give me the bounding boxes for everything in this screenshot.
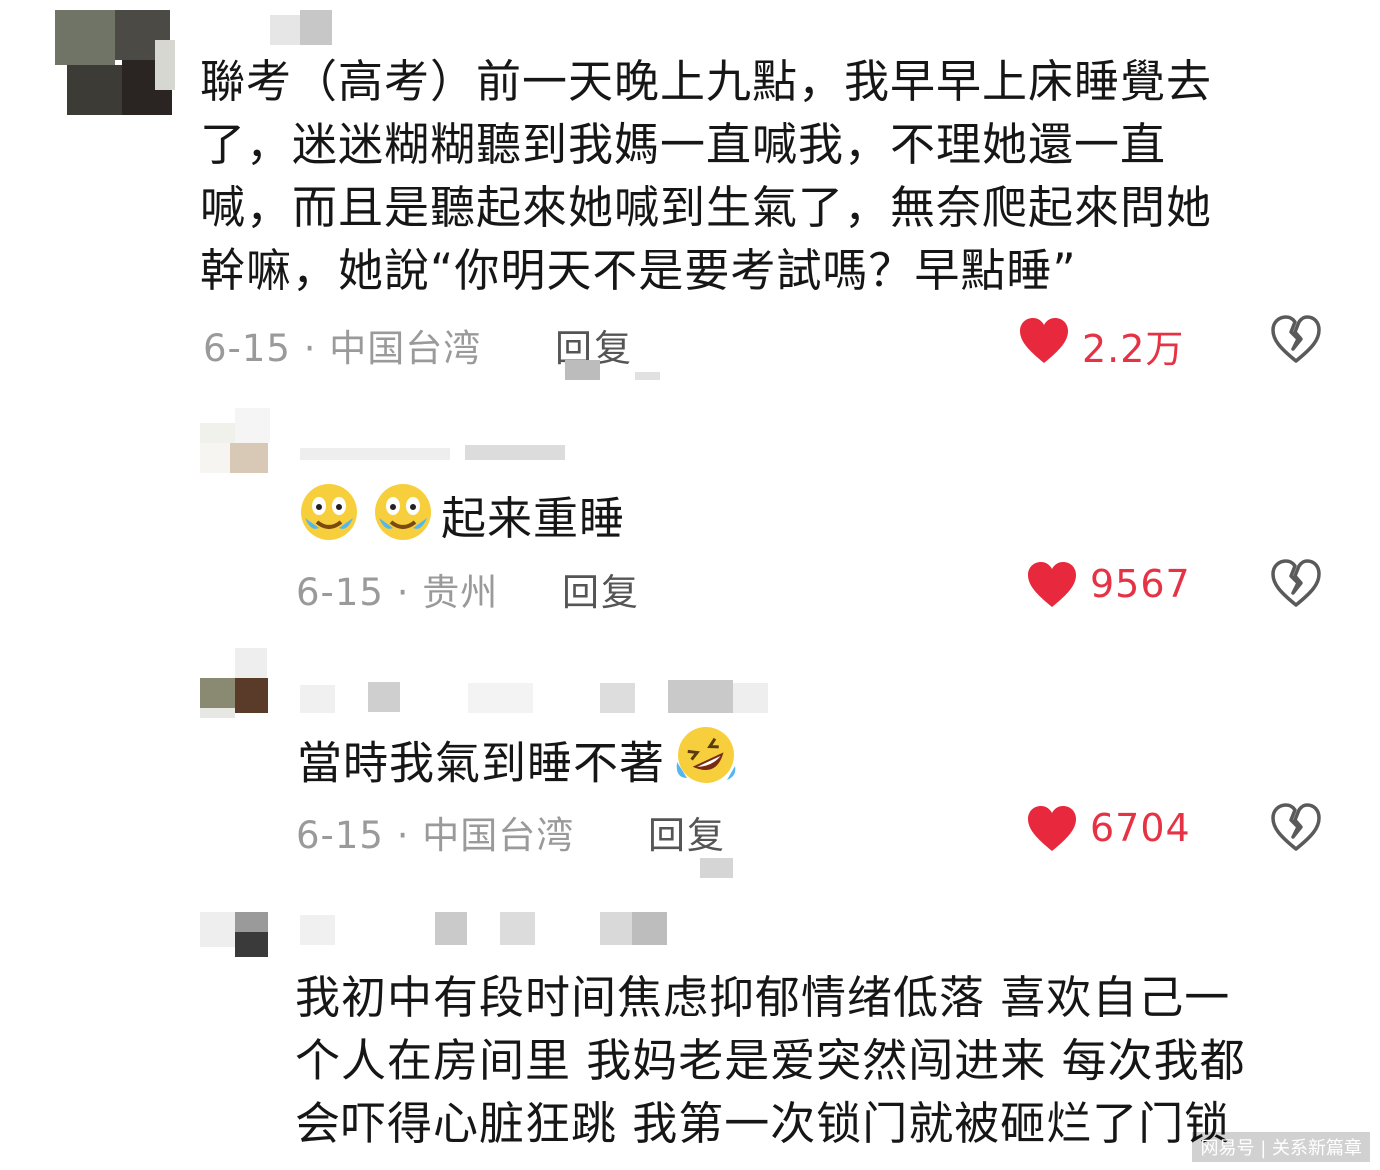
pixel-artifact xyxy=(565,360,665,382)
crying-laugh-emoji xyxy=(297,478,361,558)
comment-line: 我初中有段时间焦虑抑郁情绪低落 喜欢自己一 xyxy=(295,971,1231,1024)
comment-line: 个人在房间里 我妈老是爱突然闯进来 每次我都 xyxy=(295,1034,1246,1087)
comment-date-location: 6-15 · 中国台湾 xyxy=(296,814,575,857)
comment-line: 喊，而且是聽起來她喊到生氣了，無奈爬起來問她 xyxy=(200,181,1213,234)
heart-icon xyxy=(1028,806,1076,851)
comment-line: 當時我氣到睡不著 xyxy=(297,736,666,790)
username-pixelated[interactable] xyxy=(270,10,340,45)
heart-icon xyxy=(1020,318,1068,363)
like-button[interactable] xyxy=(1026,561,1078,609)
avatar-pixelated[interactable] xyxy=(55,10,175,115)
like-count: 6704 xyxy=(1090,806,1191,850)
username-pixelated[interactable] xyxy=(300,440,570,462)
dislike-button[interactable] xyxy=(1270,315,1322,365)
username-pixelated[interactable] xyxy=(300,912,670,946)
comment-line: 幹嘛，她說“你明天不是要考試嗎？早點睡” xyxy=(200,244,1077,297)
like-button[interactable] xyxy=(1018,317,1070,365)
broken-heart-icon xyxy=(1271,559,1321,607)
crying-laugh-emoji xyxy=(371,478,435,558)
avatar-pixelated[interactable] xyxy=(200,648,270,718)
pixel-artifact xyxy=(700,858,735,878)
dislike-button[interactable] xyxy=(1270,803,1322,853)
like-count: 9567 xyxy=(1090,562,1191,606)
watermark: 网易号 | 关系新篇章 xyxy=(1192,1132,1370,1162)
dislike-button[interactable] xyxy=(1270,559,1322,609)
username-pixelated[interactable] xyxy=(300,680,770,714)
like-count: 2.2万 xyxy=(1082,327,1185,371)
comment-line: 了，迷迷糊糊聽到我媽一直喊我，不理她還一直 xyxy=(200,118,1167,171)
like-button[interactable] xyxy=(1026,805,1078,853)
heart-icon xyxy=(1028,562,1076,607)
comment-text: 起来重睡 xyxy=(297,478,625,558)
comment-date-location: 6-15 · 贵州 xyxy=(296,571,499,614)
rolling-laugh-emoji xyxy=(673,722,739,804)
broken-heart-icon xyxy=(1271,803,1321,851)
avatar-pixelated[interactable] xyxy=(200,408,270,473)
comment-line: 聯考（高考）前一天晚上九點，我早早上床睡覺去 xyxy=(200,55,1213,108)
reply-button[interactable]: 回复 xyxy=(648,805,726,859)
reply-button[interactable]: 回复 xyxy=(562,562,640,616)
broken-heart-icon xyxy=(1271,315,1321,363)
comment-line: 起来重睡 xyxy=(441,491,626,545)
comment-date-location: 6-15 · 中国台湾 xyxy=(203,327,482,370)
comment-text: 聯考（高考）前一天晚上九點，我早早上床睡覺去 了，迷迷糊糊聽到我媽一直喊我，不理… xyxy=(200,50,1350,302)
avatar-pixelated[interactable] xyxy=(200,912,270,960)
comment-text: 我初中有段时间焦虑抑郁情绪低落 喜欢自己一 个人在房间里 我妈老是爱突然闯进来 … xyxy=(295,966,1355,1155)
comment-text: 當時我氣到睡不著 xyxy=(297,722,739,804)
